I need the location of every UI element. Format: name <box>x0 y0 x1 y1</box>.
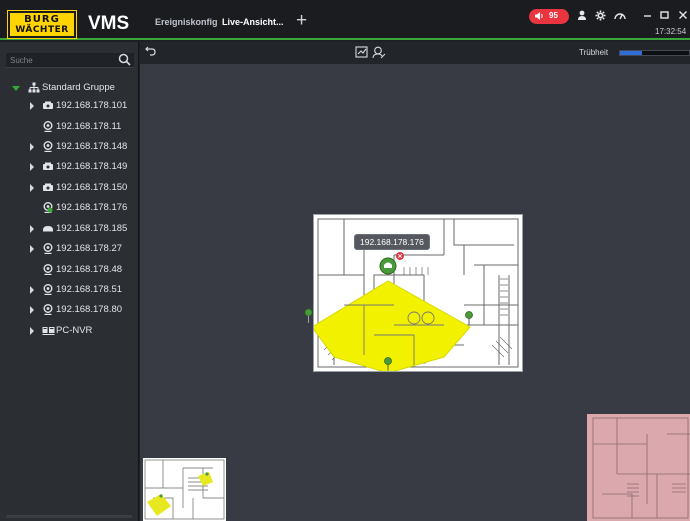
clock: 17:32:54 <box>655 27 687 36</box>
alarm-count: 95 <box>549 11 558 20</box>
tree-item-label: 192.168.178.51 <box>56 284 123 295</box>
tree-item-camera[interactable]: 192.168.178.51 <box>0 282 139 298</box>
box-camera-icon <box>42 100 54 111</box>
dome-camera-icon <box>42 284 54 296</box>
live-view-area: Trübheit 192.168.178.176 <box>140 42 690 521</box>
tree-item-camera[interactable]: 192.168.178.150 <box>0 180 139 196</box>
tree-item-label: 192.168.178.80 <box>56 304 123 315</box>
tree-item-label: 192.168.178.148 <box>56 141 128 152</box>
group-icon <box>28 82 40 93</box>
minimap[interactable] <box>143 458 226 521</box>
expand-arrow-icon[interactable] <box>30 102 34 110</box>
minimize-icon[interactable] <box>643 9 652 23</box>
map-region-drawing <box>592 417 690 519</box>
tree-item-camera[interactable]: 192.168.178.48 <box>0 262 139 278</box>
device-tree-panel: Standard Gruppe 192.168.178.101 192.168.… <box>0 42 139 521</box>
camera-locate-icon[interactable] <box>372 46 386 59</box>
map-edit-icon[interactable] <box>355 46 369 59</box>
tab-live-ansicht[interactable]: Live-Ansicht... <box>222 17 284 27</box>
sidebar-scrollbar[interactable] <box>6 515 132 518</box>
dome-camera-icon <box>42 243 54 255</box>
gear-icon[interactable] <box>595 10 606 24</box>
tree-item-label: 192.168.178.185 <box>56 223 128 234</box>
search-input[interactable] <box>10 55 115 66</box>
map-toolbar: Trübheit <box>140 42 690 64</box>
collapse-arrow-icon[interactable] <box>12 86 20 91</box>
tree-item-label: 192.168.178.101 <box>56 100 128 111</box>
tab-ereigniskonfig[interactable]: Ereigniskonfig <box>155 17 218 27</box>
dome-camera-icon <box>42 264 54 276</box>
gauge-icon[interactable] <box>614 10 626 23</box>
nvr-icon <box>42 325 55 336</box>
dome-camera-online-icon <box>42 202 54 214</box>
tree-item-nvr[interactable]: PC-NVR <box>0 323 139 339</box>
dome-camera-icon <box>42 121 54 133</box>
tree-item-label: 192.168.178.48 <box>56 264 123 275</box>
minimap-drawing <box>144 459 225 520</box>
turbidity-slider[interactable] <box>619 50 690 56</box>
search-icon[interactable] <box>118 53 131 66</box>
speaker-icon <box>534 11 544 23</box>
turbidity-label: Trübheit <box>579 48 609 57</box>
search-box <box>6 53 134 68</box>
tree-item-label: 192.168.178.149 <box>56 161 128 172</box>
tree-item-label: 192.168.178.27 <box>56 243 123 254</box>
brand-logo: BURG WÄCHTER <box>7 10 77 39</box>
logo-line2: WÄCHTER <box>15 25 69 35</box>
map-canvas[interactable]: 192.168.178.176 <box>140 64 690 521</box>
expand-arrow-icon[interactable] <box>30 184 34 192</box>
logo-line1: BURG <box>24 14 60 25</box>
expand-arrow-icon[interactable] <box>30 163 34 171</box>
app-title: VMS <box>88 13 130 34</box>
expand-arrow-icon[interactable] <box>30 327 34 335</box>
tree-item-label: PC-NVR <box>56 325 93 336</box>
tree-item-camera[interactable]: 192.168.178.27 <box>0 241 139 257</box>
close-icon[interactable] <box>678 9 688 23</box>
alarm-badge[interactable]: 95 <box>529 9 569 24</box>
user-icon[interactable] <box>577 10 587 24</box>
expand-arrow-icon[interactable] <box>30 225 34 233</box>
camera-tooltip: 192.168.178.176 <box>354 234 430 250</box>
title-bar: BURG WÄCHTER VMS Ereigniskonfig Live-Ans… <box>0 0 690 40</box>
expand-arrow-icon[interactable] <box>30 286 34 294</box>
turbidity-slider-fill <box>620 51 643 55</box>
tree-item-camera[interactable]: 192.168.178.148 <box>0 139 139 155</box>
back-icon[interactable] <box>145 45 156 59</box>
map-region-overlay[interactable] <box>587 414 690 521</box>
tree-item-label: Standard Gruppe <box>42 82 115 93</box>
bullet-camera-icon <box>42 223 54 234</box>
tree-item-camera[interactable]: 192.168.178.149 <box>0 159 139 175</box>
expand-arrow-icon[interactable] <box>30 245 34 253</box>
tree-item-standard-gruppe[interactable]: Standard Gruppe <box>0 80 139 96</box>
active-tab-indicator <box>247 38 261 40</box>
box-camera-icon <box>42 161 54 172</box>
dome-camera-icon <box>42 304 54 316</box>
dome-camera-icon <box>42 141 54 153</box>
camera-marker-icon[interactable] <box>304 308 313 324</box>
tree-item-label: 192.168.178.176 <box>56 202 128 213</box>
tree-item-camera[interactable]: 192.168.178.101 <box>0 98 139 114</box>
tree-item-camera[interactable]: 192.168.178.11 <box>0 119 139 135</box>
tree-item-camera[interactable]: 192.168.178.176 <box>0 200 139 216</box>
tree-item-camera[interactable]: 192.168.178.80 <box>0 302 139 318</box>
box-camera-icon <box>42 182 54 193</box>
expand-arrow-icon[interactable] <box>30 306 34 314</box>
tree-item-camera[interactable]: 192.168.178.185 <box>0 221 139 237</box>
tree-item-label: 192.168.178.150 <box>56 182 128 193</box>
add-tab-button[interactable]: + <box>296 10 307 32</box>
tree-item-label: 192.168.178.11 <box>56 121 122 132</box>
expand-arrow-icon[interactable] <box>30 143 34 151</box>
maximize-icon[interactable] <box>660 9 669 23</box>
